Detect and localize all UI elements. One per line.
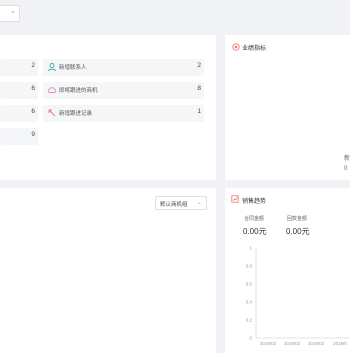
performance-card: 业绩指标 新 0: [225, 35, 350, 180]
sales-trend-card: 销售趋势 合同金额 0.00元 回款金额 0.00元 1 0.8 0.6 0.4 0.2…: [225, 188, 350, 353]
x-tick-label: 2019/02: [260, 341, 277, 346]
x-tick-label: 2019/02: [308, 341, 325, 346]
y-tick-label: 0.4: [246, 300, 253, 305]
stat-item-upcoming-opportunities[interactable]: 即将跟进的商机 8: [43, 82, 204, 99]
performance-value: 0: [344, 166, 348, 172]
y-tick-label: 0.6: [246, 282, 253, 287]
x-tick-label: 2019/02: [284, 341, 301, 346]
stat-item[interactable]: 6: [0, 82, 38, 99]
top-select[interactable]: ⌄: [0, 5, 20, 22]
chevron-down-icon: ⌄: [10, 8, 16, 15]
payment-amount-value: 0.00元: [286, 227, 310, 236]
stat-item[interactable]: 6: [0, 105, 38, 122]
pen-icon: [48, 109, 56, 117]
contract-amount-value: 0.00元: [243, 227, 267, 236]
y-tick-label: 0.8: [246, 264, 253, 269]
stat-item[interactable]: 9: [0, 128, 38, 145]
sales-trend-chart: 1 0.8 0.6 0.4 0.2 0 2019/02 2019/02 2019/02 2019/…: [246, 246, 350, 346]
opportunity-group-select[interactable]: 默认商机组 ⌄: [155, 196, 207, 210]
trend-icon: [231, 195, 239, 203]
contact-icon: [48, 63, 56, 72]
stat-item[interactable]: 2: [0, 59, 38, 76]
cloud-icon: [48, 87, 57, 93]
x-tick-label: 2019/0: [333, 341, 347, 346]
sales-trend-title: 销售趋势: [242, 199, 267, 205]
stat-item-new-contacts[interactable]: 新增联系人 2: [43, 59, 204, 76]
y-tick-label: 0.2: [246, 318, 253, 323]
opportunity-card: 默认商机组 ⌄: [0, 188, 216, 353]
y-tick-label: 0: [249, 336, 252, 341]
payment-amount-label: 回款金额: [287, 216, 308, 222]
target-icon: [232, 43, 240, 51]
performance-title: 业绩指标: [242, 46, 267, 52]
contract-amount-label: 合同金额: [244, 216, 265, 222]
chevron-down-icon: ⌄: [196, 200, 202, 206]
stat-item-new-followups[interactable]: 新增跟进记录 1: [43, 105, 204, 122]
performance-text: 新: [344, 156, 350, 162]
y-tick-label: 1: [249, 246, 252, 251]
stats-card: 2 新增联系人 2 6 即将跟进的商机 8 6 新增跟进记录 1 9: [0, 35, 216, 180]
